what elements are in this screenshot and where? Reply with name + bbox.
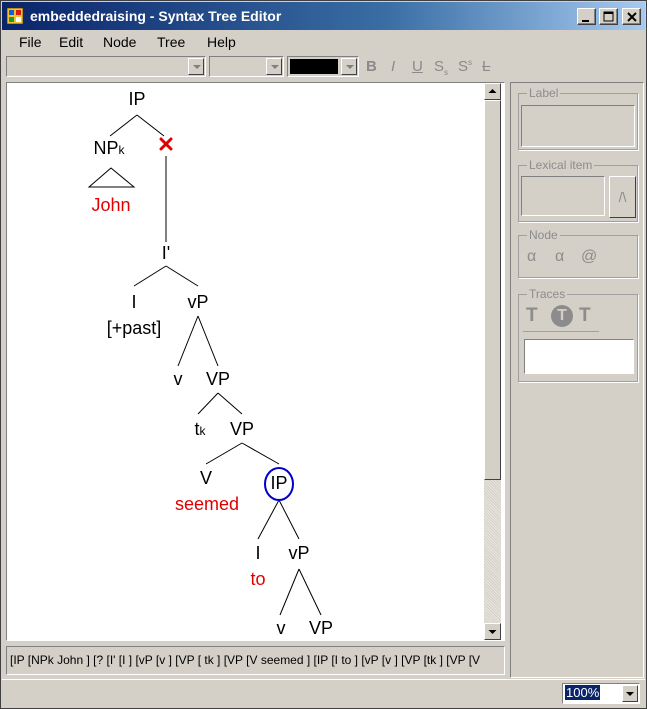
menu-tree[interactable]: Tree xyxy=(157,34,185,50)
window-title: embeddedraising - Syntax Tree Editor xyxy=(30,8,282,24)
bracket-string: [IP [NPk John ] [? [I' [I ] [vP [v ] [VP… xyxy=(10,653,481,667)
font-combo[interactable] xyxy=(6,56,206,77)
menu-bar: File Edit Node Tree Help xyxy=(2,31,645,53)
trace-input[interactable] xyxy=(524,339,634,374)
status-bar: 100% xyxy=(2,679,645,707)
tree-canvas[interactable]: IP NPk John I' I [+past] vP v VP tk VP V… xyxy=(6,82,505,641)
close-button[interactable] xyxy=(622,8,641,25)
chevron-down-icon[interactable] xyxy=(622,685,638,702)
chevron-down-icon[interactable] xyxy=(266,58,282,75)
app-icon xyxy=(6,7,24,25)
node-subscript: k xyxy=(199,424,206,438)
strikethrough-button[interactable]: L xyxy=(482,58,490,75)
tree-node[interactable]: VP xyxy=(230,419,254,440)
subscript-button[interactable]: Ss xyxy=(434,58,448,77)
tree-node[interactable]: v xyxy=(174,369,183,390)
node-group-title: Node xyxy=(527,228,560,242)
label-input[interactable] xyxy=(521,105,635,147)
tree-lexical-item[interactable]: seemed xyxy=(175,494,239,515)
menu-help[interactable]: Help xyxy=(207,34,236,50)
tree-node[interactable]: I xyxy=(255,543,260,564)
traces-divider xyxy=(523,331,599,332)
maximize-button[interactable] xyxy=(599,8,618,25)
tree-branches xyxy=(87,114,322,616)
underline-button[interactable]: U xyxy=(412,58,423,75)
tree-node[interactable]: V xyxy=(200,468,212,489)
node-subscript: k xyxy=(118,143,125,157)
traces-group-title: Traces xyxy=(527,287,568,301)
color-swatch xyxy=(290,59,338,74)
zoom-value: 100% xyxy=(565,685,601,700)
maximize-icon xyxy=(603,11,614,22)
chevron-down-icon[interactable] xyxy=(341,58,357,75)
tree-node[interactable]: tk xyxy=(194,419,205,440)
node-at-icon[interactable]: @ xyxy=(581,248,597,266)
tree-node[interactable]: vP xyxy=(288,543,309,564)
traces-group: Traces T T T xyxy=(518,287,638,382)
tree-node[interactable]: v xyxy=(277,618,286,639)
tree-node[interactable]: NPk xyxy=(93,138,124,159)
tree-node[interactable]: I' xyxy=(162,243,170,264)
label-group: Label xyxy=(518,86,638,150)
tree-node[interactable]: IP xyxy=(128,89,145,110)
font-size-combo[interactable] xyxy=(209,56,284,77)
node-label-text: NP xyxy=(93,138,119,158)
menu-node[interactable]: Node xyxy=(103,34,136,50)
tree-lexical-item[interactable]: to xyxy=(250,569,265,590)
menu-file[interactable]: File xyxy=(19,34,42,50)
arrow-down-icon xyxy=(488,630,497,634)
tree-lexical-item[interactable]: John xyxy=(91,195,130,216)
lexical-item-group: Lexical item /\ xyxy=(518,158,638,222)
scroll-up-button[interactable] xyxy=(484,83,501,100)
close-icon xyxy=(627,12,637,22)
lexical-item-input[interactable] xyxy=(521,176,605,216)
trace-bold-icon[interactable]: T xyxy=(579,305,591,327)
node-group: Node α α @ xyxy=(518,228,638,278)
tree-node[interactable]: VP xyxy=(206,369,230,390)
menu-edit[interactable]: Edit xyxy=(59,34,83,50)
bold-button[interactable]: B xyxy=(366,58,377,75)
label-group-title: Label xyxy=(527,86,561,100)
trace-circled-icon[interactable]: T xyxy=(551,305,573,327)
trace-icon[interactable]: T xyxy=(526,305,538,327)
tree-node[interactable]: vP xyxy=(187,292,208,313)
bracket-notation-field[interactable]: [IP [NPk John ] [? [I' [I ] [vP [v ] [VP… xyxy=(6,646,505,675)
color-combo[interactable] xyxy=(287,56,359,77)
toolbar: B I U Ss Ss L xyxy=(2,54,645,80)
scroll-down-button[interactable] xyxy=(484,623,501,640)
vertical-scrollbar[interactable] xyxy=(484,83,501,640)
properties-panel: Label Lexical item /\ Node α α @ Traces … xyxy=(510,82,644,678)
tree-node-selected[interactable]: IP xyxy=(270,473,287,494)
scrollbar-thumb[interactable] xyxy=(484,100,501,480)
empty-node-marker-icon[interactable] xyxy=(159,135,173,156)
title-bar[interactable]: embeddedraising - Syntax Tree Editor xyxy=(2,2,645,30)
tree-node[interactable]: I xyxy=(131,292,136,313)
subscript-label: S xyxy=(434,58,445,75)
tree-node[interactable]: VP xyxy=(309,618,333,639)
lexical-group-title: Lexical item xyxy=(527,158,595,172)
app-window: embeddedraising - Syntax Tree Editor Fil… xyxy=(0,0,647,709)
minimize-icon xyxy=(582,20,589,22)
italic-button[interactable]: I xyxy=(391,58,395,75)
superscript-button[interactable]: Ss xyxy=(458,58,472,75)
triangle-toggle-button[interactable]: /\ xyxy=(609,176,636,218)
minimize-button[interactable] xyxy=(577,8,596,25)
arrow-up-icon xyxy=(488,89,497,93)
chevron-down-icon[interactable] xyxy=(188,58,204,75)
node-alpha-grave-icon[interactable]: α xyxy=(527,248,536,266)
tree-feature[interactable]: [+past] xyxy=(107,318,162,339)
superscript-label: S xyxy=(458,58,469,75)
node-alpha-icon[interactable]: α xyxy=(555,248,564,266)
zoom-combo[interactable]: 100% xyxy=(562,683,640,704)
